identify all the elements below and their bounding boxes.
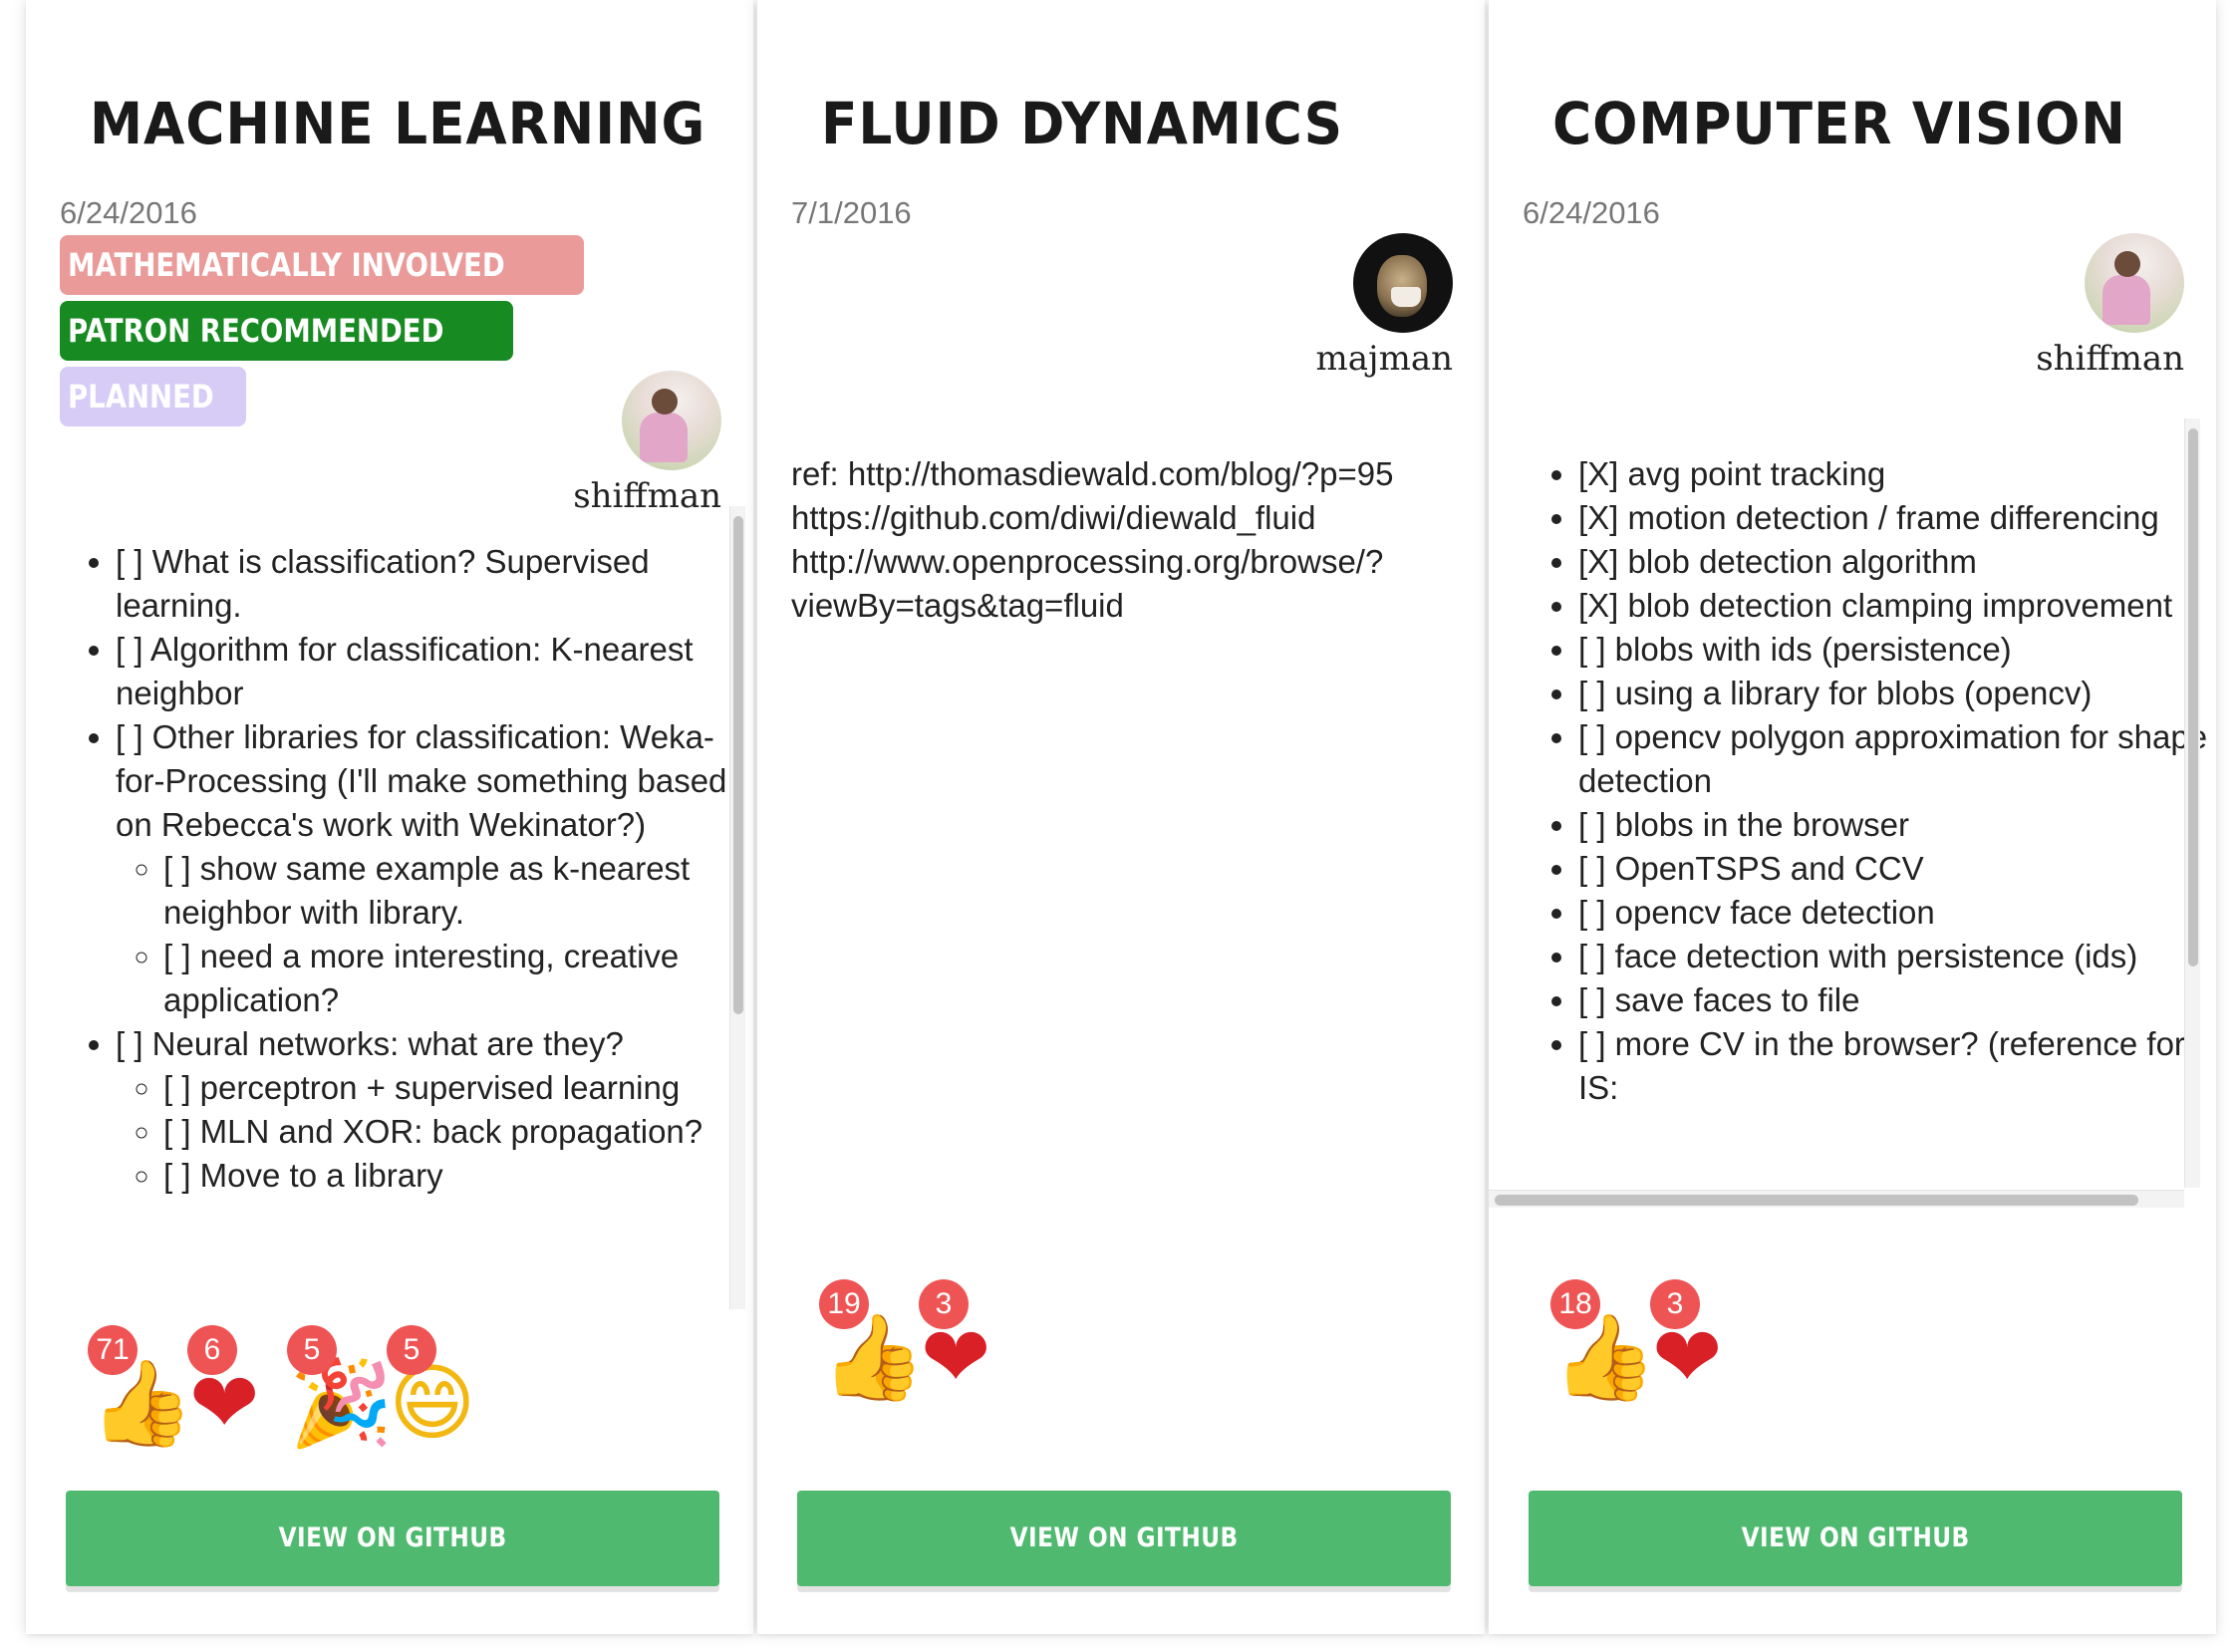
- label-planned[interactable]: PLANNED: [60, 367, 246, 426]
- reaction-count: 71: [88, 1325, 138, 1375]
- body-line: ref: http://thomasdiewald.com/blog/?p=95: [791, 455, 1394, 492]
- card-title: COMPUTER VISION: [1552, 90, 2126, 157]
- body-line: http://www.openprocessing.org/browse/?: [791, 543, 1384, 580]
- list-item: [ ] blobs in the browser: [1578, 803, 2220, 847]
- list-item: [ ] blobs with ids (persistence): [1578, 628, 2220, 672]
- author[interactable]: majman: [1316, 233, 1453, 379]
- list-item: [ ] using a library for blobs (opencv): [1578, 672, 2220, 715]
- list-item: [ ] MLN and XOR: back propagation?: [163, 1110, 745, 1154]
- view-on-github-button[interactable]: VIEW ON GITHUB: [1529, 1491, 2182, 1586]
- horizontal-scrollbar[interactable]: [1489, 1190, 2184, 1208]
- reaction-heart[interactable]: ❤ 6: [187, 1325, 289, 1452]
- author[interactable]: shiffman: [573, 371, 721, 516]
- list-item: [ ] Algorithm for classification: K-near…: [116, 628, 745, 715]
- list-item: [X] avg point tracking: [1578, 452, 2220, 496]
- card-date: 6/24/2016: [1523, 195, 1660, 230]
- list-item: [ ] Neural networks: what are they? [ ] …: [116, 1022, 745, 1198]
- reaction-count: 19: [819, 1279, 869, 1329]
- author-name[interactable]: majman: [1316, 339, 1453, 379]
- reaction-thumbs-up[interactable]: 👍 18: [1550, 1279, 1657, 1406]
- reaction-heart[interactable]: ❤ 3: [1650, 1279, 1752, 1406]
- avatar[interactable]: [2085, 233, 2184, 333]
- scrollbar-thumb[interactable]: [1495, 1195, 2138, 1206]
- scrollbar-thumb[interactable]: [2188, 428, 2198, 966]
- list-item: [ ] Move to a library: [163, 1154, 745, 1198]
- reaction-thumbs-up[interactable]: 👍 19: [819, 1279, 926, 1406]
- card-title: MACHINE LEARNING: [90, 90, 706, 157]
- card-date: 6/24/2016: [60, 195, 197, 230]
- issue-body[interactable]: [ ] What is classification? Supervised l…: [60, 540, 745, 1311]
- list-item: [ ] perceptron + supervised learning: [163, 1066, 745, 1110]
- list-item: [X] blob detection algorithm: [1578, 540, 2220, 584]
- card-title: FLUID DYNAMICS: [821, 90, 1344, 157]
- reaction-smile[interactable]: 😄 5: [387, 1325, 488, 1452]
- list-item: [ ] OpenTSPS and CCV: [1578, 847, 2220, 891]
- view-on-github-button[interactable]: VIEW ON GITHUB: [66, 1491, 719, 1586]
- view-on-github-button[interactable]: VIEW ON GITHUB: [797, 1491, 1451, 1586]
- issue-body[interactable]: [X] avg point tracking [X] motion detect…: [1523, 452, 2220, 1194]
- reaction-heart[interactable]: ❤ 3: [919, 1279, 1020, 1406]
- reaction-count: 18: [1550, 1279, 1600, 1329]
- label-mathematically-involved[interactable]: MATHEMATICALLY INVOLVED: [60, 235, 585, 295]
- vertical-scrollbar[interactable]: [729, 506, 745, 1309]
- project-card-fluid-dynamics: FLUID DYNAMICS 7/1/2016 majman ref: http…: [757, 0, 1485, 1634]
- list-item: [ ] opencv face detection: [1578, 891, 2220, 935]
- author[interactable]: shiffman: [2036, 233, 2184, 379]
- issue-body[interactable]: ref: http://thomasdiewald.com/blog/?p=95…: [791, 452, 1469, 652]
- list-item: [ ] What is classification? Supervised l…: [116, 540, 745, 628]
- list-item: [ ] face detection with persistence (ids…: [1578, 935, 2220, 978]
- list-item: [X] blob detection clamping improvement: [1578, 584, 2220, 628]
- avatar[interactable]: [622, 371, 721, 470]
- author-name[interactable]: shiffman: [573, 476, 721, 516]
- list-item: [ ] Other libraries for classification: …: [116, 715, 745, 1022]
- list-item: [ ] save faces to file: [1578, 978, 2220, 1022]
- reaction-party[interactable]: 🎉 5: [287, 1325, 394, 1452]
- reaction-count: 6: [187, 1325, 237, 1375]
- reaction-thumbs-up[interactable]: 👍 71: [88, 1325, 194, 1452]
- card-date: 7/1/2016: [791, 195, 912, 230]
- label-patron-recommended[interactable]: PATRON RECOMMENDED: [60, 301, 513, 361]
- avatar[interactable]: [1353, 233, 1453, 333]
- list-item: [ ] more CV in the browser? (reference f…: [1578, 1022, 2220, 1110]
- scrollbar-thumb[interactable]: [733, 516, 743, 1014]
- reaction-count: 3: [919, 1279, 969, 1329]
- list-item: [ ] need a more interesting, creative ap…: [163, 935, 745, 1022]
- list-item: [ ] opencv polygon approximation for sha…: [1578, 715, 2220, 803]
- list-item: [ ] show same example as k-nearest neigh…: [163, 847, 745, 935]
- reaction-count: 5: [287, 1325, 337, 1375]
- list-item: [X] motion detection / frame differencin…: [1578, 496, 2220, 540]
- reaction-count: 5: [387, 1325, 436, 1375]
- vertical-scrollbar[interactable]: [2184, 418, 2200, 1188]
- body-line: https://github.com/diwi/diewald_fluid: [791, 499, 1316, 536]
- project-card-machine-learning: MACHINE LEARNING 6/24/2016 MATHEMATICALL…: [26, 0, 753, 1634]
- author-name[interactable]: shiffman: [2036, 339, 2184, 379]
- reaction-count: 3: [1650, 1279, 1700, 1329]
- project-card-computer-vision: COMPUTER VISION 6/24/2016 shiffman [X] a…: [1489, 0, 2216, 1634]
- body-line: viewBy=tags&tag=fluid: [791, 587, 1124, 624]
